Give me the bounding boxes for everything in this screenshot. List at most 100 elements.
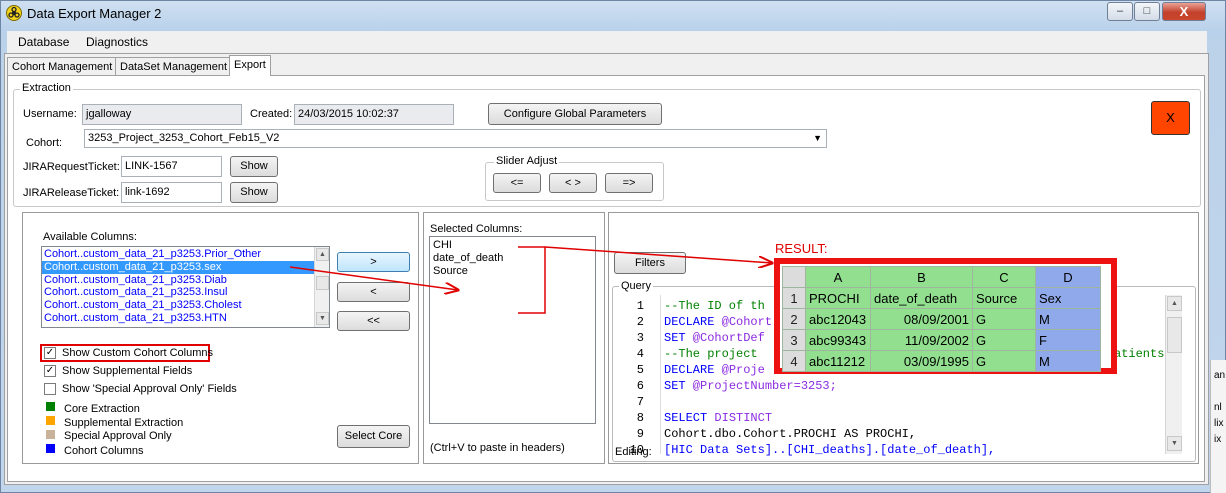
column-header: B — [870, 266, 973, 288]
show-supplemental-fields-checkbox[interactable]: ✓ — [44, 365, 56, 377]
slider-left-button[interactable]: <= — [493, 173, 541, 193]
scroll-down-icon[interactable]: ▼ — [1167, 436, 1182, 451]
minimize-button[interactable]: – — [1107, 2, 1133, 21]
jira-release-label: JIRAReleaseTicket: — [23, 187, 120, 199]
line-number: 10 — [629, 443, 644, 457]
slider-center-button[interactable]: < > — [549, 173, 597, 193]
table-cell: abc11212 — [805, 350, 871, 372]
corner-cell — [782, 266, 806, 288]
table-row: 3 abc99343 11/09/2002 G F — [782, 329, 1101, 351]
filters-button[interactable]: Filters — [614, 252, 686, 274]
line-number: 6 — [636, 379, 644, 393]
tab-dataset-management[interactable]: DataSet Management — [115, 57, 233, 76]
show-jira-release-button[interactable]: Show — [230, 182, 278, 203]
close-extraction-button[interactable]: X — [1151, 101, 1190, 135]
background-window: an nl lix ix — [1210, 360, 1226, 493]
line-number: 1 — [636, 299, 644, 313]
table-cell: 11/09/2002 — [870, 329, 973, 351]
scroll-up-icon[interactable]: ▲ — [1167, 296, 1182, 311]
menu-database[interactable]: Database — [18, 35, 69, 49]
code-text-tail: atients — [1114, 347, 1165, 361]
move-all-left-button[interactable]: << — [337, 311, 410, 331]
selected-items: CHI date_of_death Source — [433, 239, 503, 278]
move-right-button[interactable]: > — [337, 252, 410, 272]
result-label: RESULT: — [775, 241, 828, 256]
table-cell: 08/09/2001 — [870, 308, 973, 330]
created-field: 24/03/2015 10:02:37 — [294, 104, 454, 125]
list-item[interactable]: Source — [433, 265, 503, 278]
table-cell: G — [972, 308, 1036, 330]
line-number: 7 — [636, 395, 644, 409]
code-text: --The project — [664, 347, 758, 361]
result-box: A B C D 1 PROCHI date_of_death Source Se… — [774, 258, 1117, 374]
line-number: 2 — [636, 315, 644, 329]
list-scrollbar[interactable]: ▲ ▼ — [314, 247, 329, 327]
code-text: --The ID of th — [664, 299, 765, 313]
list-item[interactable]: Cohort..custom_data_21_p3253.HTN — [42, 312, 315, 325]
jira-request-field[interactable]: LINK-1567 — [121, 156, 222, 177]
list-item[interactable]: Cohort..custom_data_21_p3253.Cholest — [42, 299, 315, 312]
configure-global-parameters-button[interactable]: Configure Global Parameters — [488, 103, 662, 125]
query-group-label: Query — [619, 280, 653, 292]
show-special-approval-checkbox[interactable] — [44, 383, 56, 395]
move-left-button[interactable]: < — [337, 282, 410, 302]
menu-diagnostics[interactable]: Diagnostics — [86, 35, 148, 49]
table-cell: G — [972, 350, 1036, 372]
show-special-approval-label: Show 'Special Approval Only' Fields — [62, 383, 237, 395]
available-columns-list[interactable]: Cohort..custom_data_21_p3253.Prior_Other… — [41, 246, 330, 328]
special-approval-swatch — [46, 430, 55, 439]
code-text: DECLARE @Cohort — [664, 315, 773, 329]
list-item[interactable]: CHI — [433, 239, 503, 252]
show-custom-cohort-columns-checkbox[interactable]: ✓ — [44, 347, 56, 359]
window-close-button[interactable]: X — [1162, 2, 1206, 21]
line-number: 4 — [636, 347, 644, 361]
tab-cohort-management[interactable]: Cohort Management — [7, 57, 118, 76]
jira-release-field[interactable]: link-1692 — [121, 182, 222, 203]
cohort-label: Cohort: — [26, 137, 63, 149]
chevron-down-icon[interactable]: ▼ — [813, 130, 822, 147]
menu-bar — [7, 31, 1207, 53]
list-item[interactable]: Cohort..custom_data_21_p3253.Diab — [42, 274, 315, 287]
table-cell: abc12043 — [805, 308, 871, 330]
row-number: 1 — [782, 287, 806, 309]
cohort-columns-label: Cohort Columns — [64, 445, 144, 457]
list-item[interactable]: date_of_death — [433, 252, 503, 265]
scroll-thumb[interactable] — [316, 276, 329, 290]
supplemental-extraction-label: Supplemental Extraction — [64, 417, 184, 429]
list-item[interactable]: Cohort..custom_data_21_p3253.sex — [42, 260, 315, 274]
selected-columns-list[interactable]: CHI date_of_death Source — [429, 236, 596, 424]
slider-right-button[interactable]: => — [605, 173, 653, 193]
code-line: 8 SELECT DISTINCT — [616, 410, 1164, 426]
code-line: 7 — [616, 394, 1164, 410]
username-label: Username: — [23, 108, 77, 120]
list-item[interactable]: Cohort..custom_data_21_p3253.Prior_Other — [42, 248, 315, 261]
code-text: [HIC Data Sets]..[CHI_deaths].[date_of_d… — [664, 443, 996, 457]
column-header: D — [1035, 266, 1101, 288]
cohort-select[interactable]: 3253_Project_3253_Cohort_Feb15_V2 ▼ — [84, 129, 827, 148]
core-extraction-label: Core Extraction — [64, 403, 140, 415]
scroll-up-icon[interactable]: ▲ — [316, 248, 329, 261]
code-line: 6 SET @ProjectNumber=3253; — [616, 378, 1164, 394]
code-text: SET @ProjectNumber=3253; — [664, 379, 837, 393]
query-scrollbar[interactable]: ▲ ▼ — [1165, 295, 1182, 454]
table-row: 2 abc12043 08/09/2001 G M — [782, 308, 1101, 330]
scroll-thumb[interactable] — [1167, 317, 1182, 353]
table-cell: 03/09/1995 — [870, 350, 973, 372]
scroll-down-icon[interactable]: ▼ — [316, 312, 329, 325]
result-table: A B C D 1 PROCHI date_of_death Source Se… — [782, 266, 1101, 372]
supplemental-extraction-swatch — [46, 416, 55, 425]
column-header: A — [805, 266, 871, 288]
line-number: 5 — [636, 363, 644, 377]
show-supplemental-fields-label: Show Supplemental Fields — [62, 365, 193, 377]
maximize-button[interactable]: □ — [1134, 2, 1160, 21]
show-jira-request-button[interactable]: Show — [230, 156, 278, 177]
line-number: 3 — [636, 331, 644, 345]
list-item[interactable]: Cohort..custom_data_21_p3253.Insul — [42, 286, 315, 299]
window-title: Data Export Manager 2 — [27, 6, 162, 21]
row-number: 4 — [782, 350, 806, 372]
tab-export[interactable]: Export — [229, 55, 271, 76]
extraction-group-label: Extraction — [20, 82, 73, 94]
username-field: jgalloway — [82, 104, 242, 125]
background-text: an — [1214, 370, 1226, 381]
select-core-button[interactable]: Select Core — [337, 425, 410, 448]
